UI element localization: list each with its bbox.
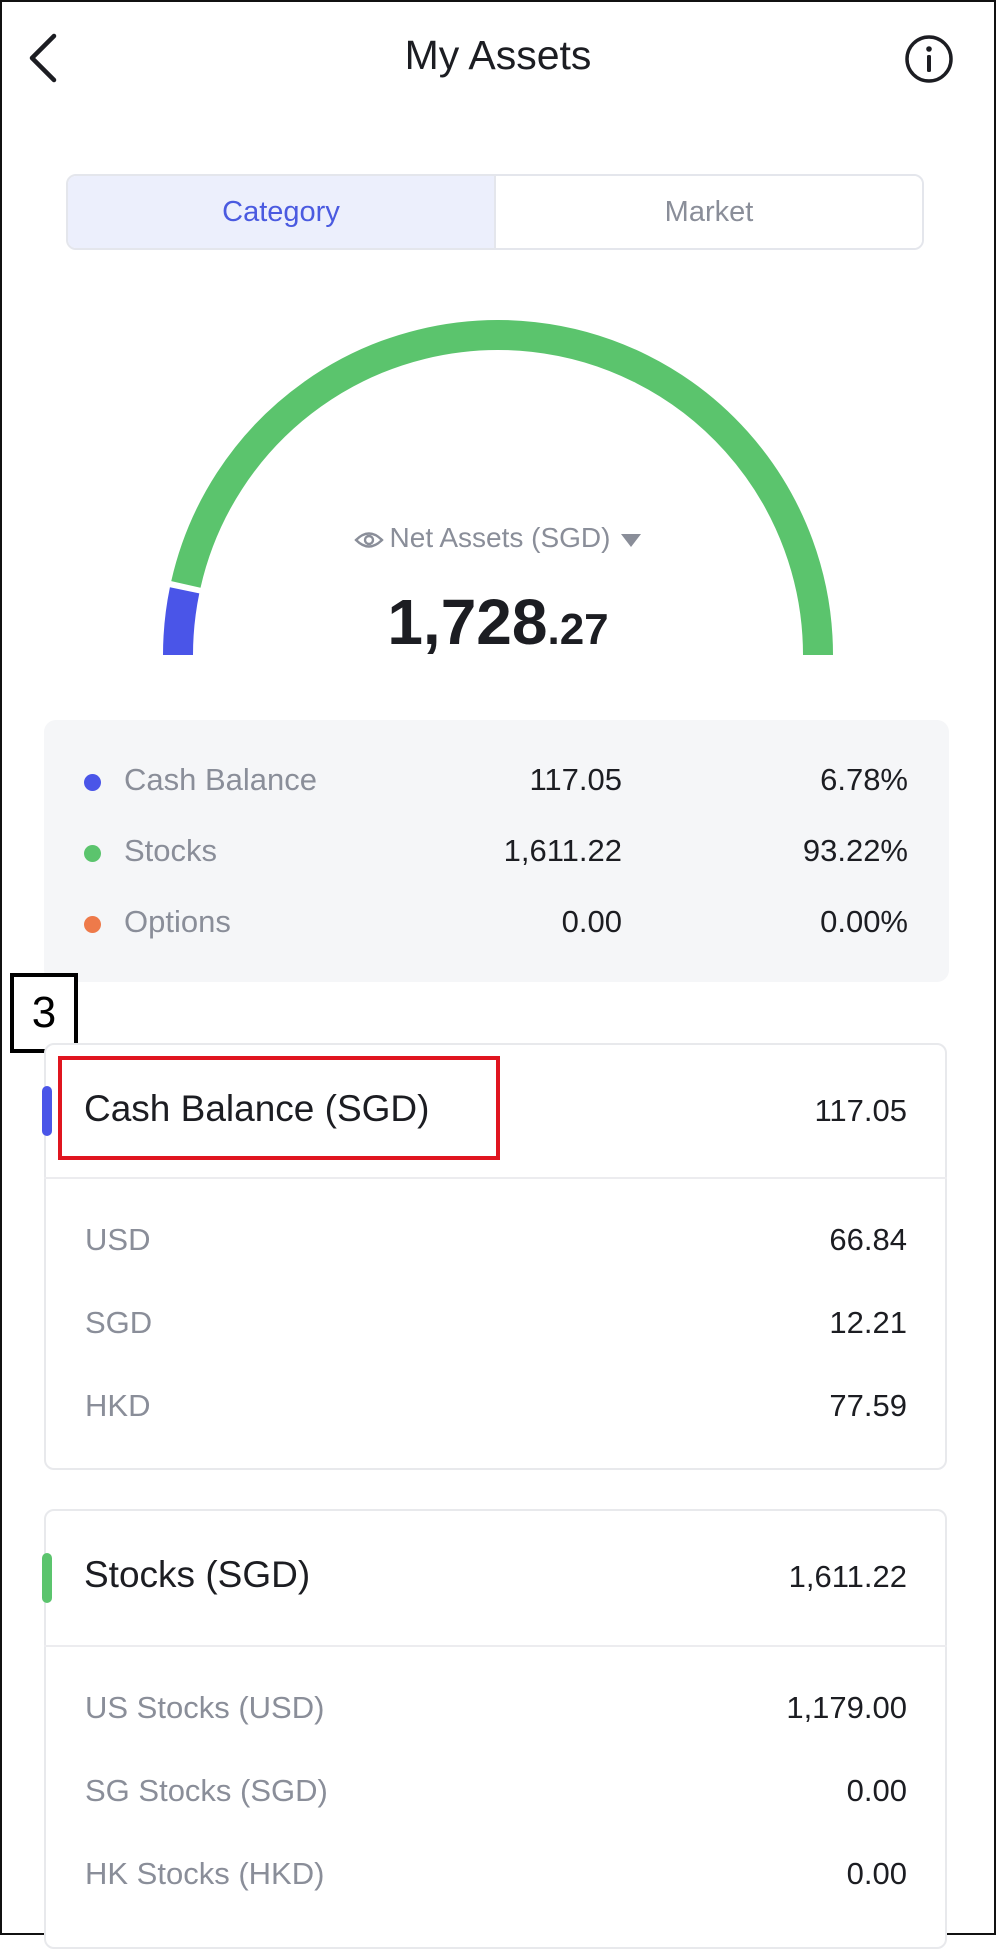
eye-icon[interactable] <box>353 529 384 551</box>
cash-row-value: 12.21 <box>829 1305 907 1340</box>
summary-row-options[interactable]: Options 0.00 0.00% <box>44 904 949 944</box>
stocks-card-title: Stocks (SGD) <box>84 1554 311 1595</box>
stocks-accent-bar <box>42 1553 52 1603</box>
step-marker: 3 <box>10 973 78 1053</box>
summary-name: Stocks <box>124 833 218 868</box>
cash-row-value: 66.84 <box>829 1222 907 1257</box>
summary-value: 1,611.22 <box>503 833 622 868</box>
net-assets-label: Net Assets (SGD) <box>389 522 611 553</box>
summary-value: 0.00 <box>561 904 622 939</box>
card-divider <box>44 1177 947 1179</box>
stocks-row-value: 0.00 <box>846 1856 907 1891</box>
summary-percent: 93.22% <box>802 833 908 868</box>
summary-name: Options <box>124 904 231 939</box>
cash-row-label: USD <box>85 1222 151 1257</box>
summary-value: 117.05 <box>529 762 622 797</box>
summary-percent: 6.78% <box>820 762 908 797</box>
stocks-card-total: 1,611.22 <box>788 1559 907 1594</box>
cash-row-label: SGD <box>85 1305 153 1340</box>
summary-percent: 0.00% <box>820 904 908 939</box>
net-assets-value: 1,728.27 <box>0 585 996 659</box>
card-divider <box>44 1645 947 1647</box>
stocks-row-value: 0.00 <box>846 1773 907 1808</box>
summary-name: Cash Balance <box>124 762 318 797</box>
highlight-box <box>58 1056 500 1160</box>
stocks-row-value: 1,179.00 <box>786 1690 907 1725</box>
asset-summary: Cash Balance 117.05 6.78% Stocks 1,611.2… <box>44 720 949 982</box>
stocks-row-label: HK Stocks (HKD) <box>85 1856 325 1891</box>
net-assets-label-row[interactable]: Net Assets (SGD) <box>0 522 996 554</box>
stocks-row-label: SG Stocks (SGD) <box>85 1773 328 1808</box>
net-assets-value-integer: 1,728 <box>387 586 548 658</box>
cash-row-label: HKD <box>85 1388 151 1423</box>
caret-down-icon[interactable] <box>620 532 642 548</box>
summary-row-cash-balance[interactable]: Cash Balance 117.05 6.78% <box>44 762 949 802</box>
summary-row-stocks[interactable]: Stocks 1,611.22 93.22% <box>44 833 949 873</box>
cash-balance-card-total: 117.05 <box>814 1093 907 1128</box>
net-assets-value-decimal: .27 <box>547 605 609 654</box>
legend-dot <box>84 845 101 862</box>
stocks-row-label: US Stocks (USD) <box>85 1690 325 1725</box>
cash-row-value: 77.59 <box>829 1388 907 1423</box>
cash-balance-accent-bar <box>42 1086 52 1136</box>
legend-dot <box>84 916 101 933</box>
legend-dot <box>84 774 101 791</box>
